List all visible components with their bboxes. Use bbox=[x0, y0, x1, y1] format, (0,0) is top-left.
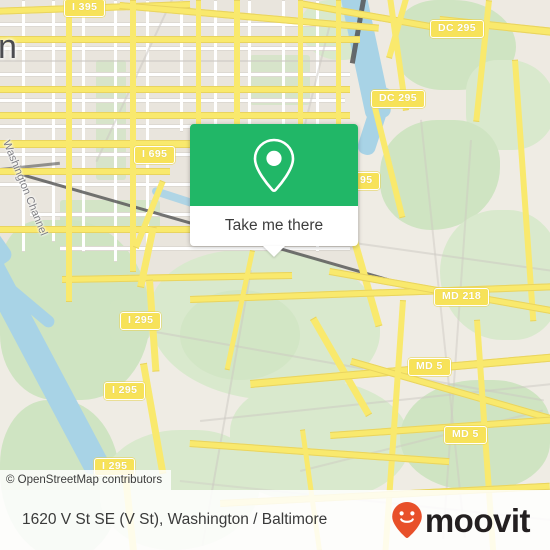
map-road-highway bbox=[66, 0, 72, 302]
map-road-minor bbox=[214, 0, 217, 127]
map-shield-dc295: DC 295 bbox=[430, 20, 485, 38]
map-road-secondary bbox=[0, 60, 340, 62]
address-label: 1620 V St SE (V St), Washington / Baltim… bbox=[22, 511, 328, 528]
map-shield-i395: I 395 bbox=[64, 0, 106, 17]
map-city-label: n bbox=[0, 28, 17, 66]
map-shield-i695: I 695 bbox=[134, 146, 176, 164]
map-shield-md218: MD 218 bbox=[434, 288, 490, 306]
map-shield-i295: I 295 bbox=[120, 312, 162, 330]
moovit-smiley-pin-icon bbox=[391, 501, 423, 539]
popup-action-bar[interactable]: Take me there bbox=[190, 206, 358, 257]
map-screenshot: n Washington Channel I 395 DC 295 DC 295… bbox=[0, 0, 550, 550]
map-road-highway bbox=[234, 0, 240, 130]
map-canvas[interactable]: n Washington Channel I 395 DC 295 DC 295… bbox=[0, 0, 550, 550]
popup-pointer-tail bbox=[263, 246, 285, 257]
map-pin-icon bbox=[247, 136, 301, 194]
map-road-minor bbox=[60, 246, 350, 251]
footer-bar: 1620 V St SE (V St), Washington / Baltim… bbox=[0, 490, 550, 550]
moovit-logo[interactable]: moovit bbox=[391, 501, 531, 539]
map-road-minor bbox=[0, 46, 340, 51]
map-road-highway bbox=[130, 0, 136, 272]
map-shield-md5: MD 5 bbox=[408, 358, 451, 376]
map-shield-md5: MD 5 bbox=[444, 426, 487, 444]
map-shield-i295: I 295 bbox=[104, 382, 146, 400]
map-road-highway bbox=[0, 36, 360, 43]
map-park-area bbox=[96, 60, 126, 180]
popup-header bbox=[190, 124, 358, 206]
map-shield-dc295: DC 295 bbox=[371, 90, 426, 108]
map-marker-popup[interactable]: Take me there bbox=[190, 124, 358, 257]
attribution-text: © OpenStreetMap contributors bbox=[6, 474, 163, 486]
take-me-there-label: Take me there bbox=[224, 217, 324, 234]
map-attribution[interactable]: © OpenStreetMap contributors bbox=[0, 470, 172, 490]
map-road-highway bbox=[196, 0, 201, 132]
moovit-wordmark: moovit bbox=[424, 501, 531, 539]
